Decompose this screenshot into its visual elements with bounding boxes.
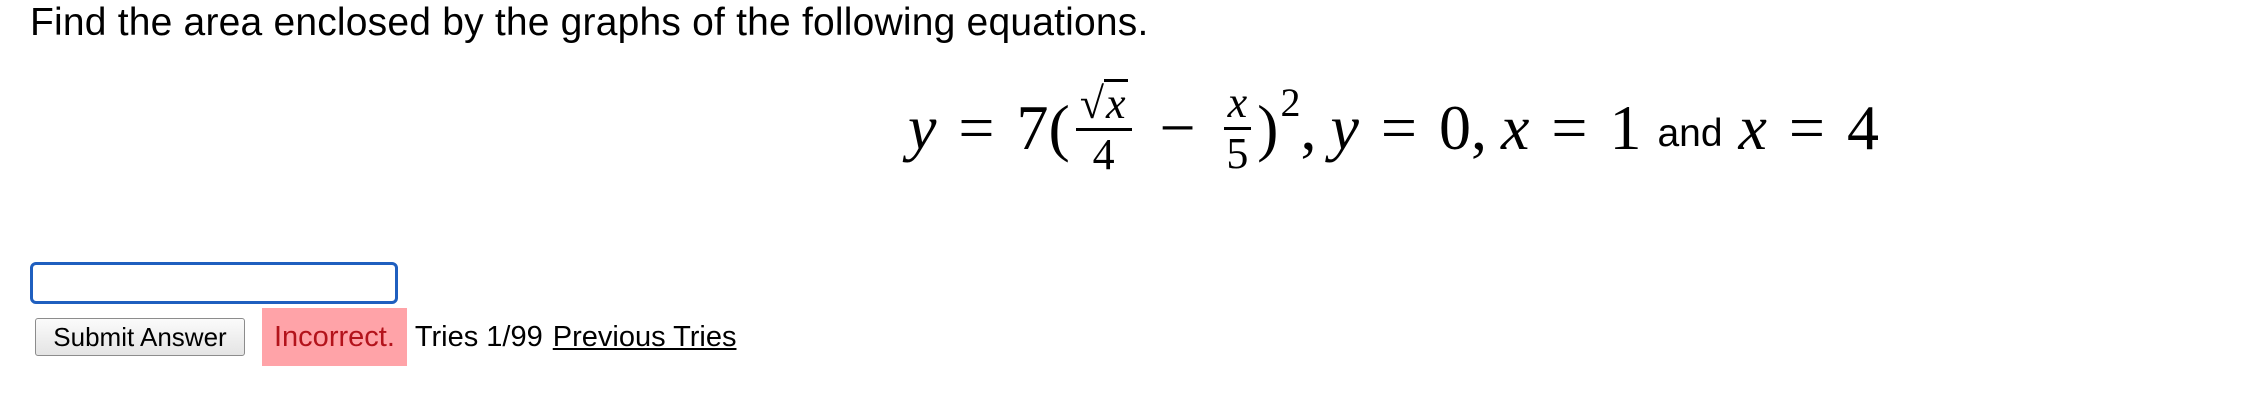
eq-x1: x	[1500, 92, 1530, 163]
equation-display: y = 7( √ x 4 − x 5 ) 2 , y = 0, x = 1 an…	[908, 68, 1879, 188]
eq-y2: y	[1330, 92, 1359, 163]
eq-four: 4	[1847, 92, 1880, 163]
fraction-denominator: 5	[1226, 128, 1249, 178]
sqrt-expression: √ x	[1080, 79, 1128, 126]
tries-count: Tries 1/99	[414, 320, 543, 353]
sqrt-icon: √	[1079, 79, 1104, 128]
eq-equals: =	[958, 92, 995, 163]
eq-equals-2: =	[1380, 92, 1417, 163]
previous-tries-link[interactable]: Previous Tries	[553, 321, 737, 354]
fraction-numerator: x	[1223, 80, 1252, 130]
status-badge: Incorrect.	[262, 308, 407, 366]
eq-minus: −	[1159, 92, 1196, 163]
eq-and-word: and	[1657, 112, 1723, 155]
eq-one: 1	[1609, 92, 1642, 163]
eq-close-paren: )	[1257, 92, 1279, 163]
question-prompt: Find the area enclosed by the graphs of …	[30, 1, 1149, 44]
eq-comma: ,	[1300, 92, 1317, 163]
fraction-sqrt-x-over-4: √ x 4	[1075, 79, 1132, 179]
sqrt-radicand: x	[1103, 79, 1128, 128]
fraction-x-over-5: x 5	[1223, 80, 1252, 178]
eq-zero: 0,	[1438, 92, 1487, 163]
answer-input[interactable]	[30, 262, 398, 304]
fraction-denominator: 4	[1092, 130, 1115, 179]
eq-coefficient: 7(	[1016, 92, 1070, 163]
eq-y: y	[908, 92, 937, 163]
eq-exponent: 2	[1280, 79, 1301, 125]
eq-x2: x	[1738, 92, 1767, 163]
eq-equals-4: =	[1788, 92, 1826, 163]
status-row: Incorrect. Tries 1/99 Previous Tries	[262, 308, 736, 366]
eq-equals-3: =	[1551, 92, 1588, 163]
submit-answer-button[interactable]: Submit Answer	[35, 318, 245, 356]
